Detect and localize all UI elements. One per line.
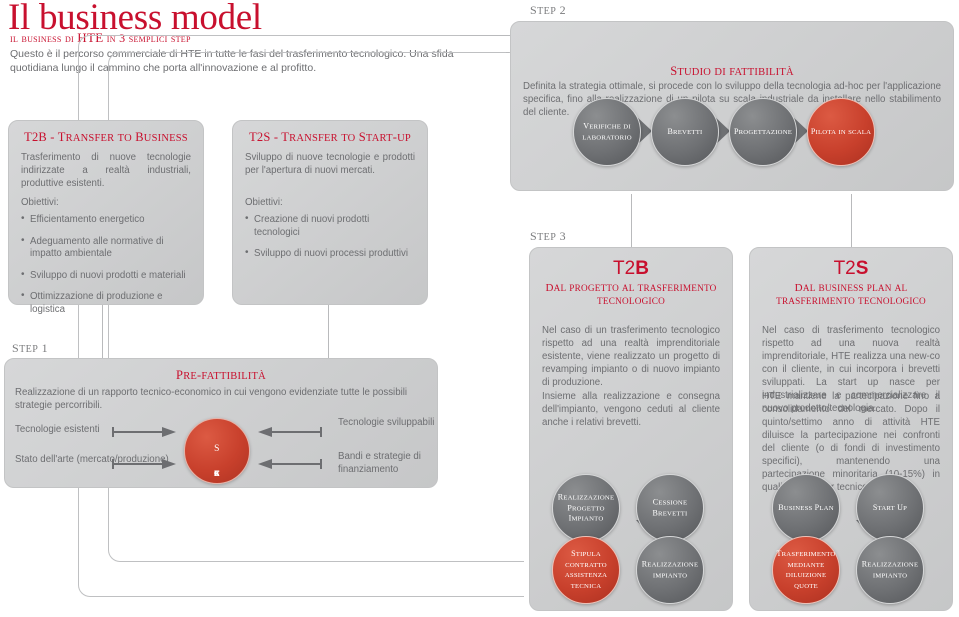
wheel-node-2: CESSIONE BREVETTI: [636, 474, 704, 542]
wheel-node-1: REALIZZAZIONE PROGETTO IMPIANTO: [552, 474, 620, 542]
wheel-node-4: STIPULA CONTRATTO ASSISTENZA TECNICA: [552, 536, 620, 604]
panel-t2s-description: Sviluppo di nuove tecnologie e prodotti …: [245, 152, 415, 176]
wheel-node-3: REALIZZAZIONE IMPIANTO: [636, 536, 704, 604]
panel-t2b-objectives-list: Efficientamento energetico Adeguamento a…: [21, 213, 193, 325]
panel-step3-t2b-wheel: REALIZZAZIONE PROGETTO IMPIANTO CESSIONE…: [548, 474, 718, 604]
panel-t2s-overview: T2S - TRANSFER TO START-UP Sviluppo di n…: [232, 120, 428, 305]
list-item: Efficientamento energetico: [21, 213, 193, 227]
panel-step3-t2s: T2S DAL BUSINESS PLAN AL TRASFERIMENTO T…: [749, 247, 953, 611]
step2-node-4-label: PILOTA IN SCALA: [810, 126, 872, 136]
list-item: Sviluppo di nuovi processi produttivi: [245, 247, 417, 261]
step1-input-left-1: Tecnologie esistenti: [15, 424, 100, 435]
arrow-left-bottom-icon: [112, 459, 176, 469]
panel-step3-t2b-code: T2B: [530, 258, 732, 280]
wheel-node-3-label: REALIZZAZIONE IMPIANTO: [641, 559, 699, 580]
code-suffix: B: [635, 258, 649, 279]
step1-center-node: STRATEGIE: [184, 418, 250, 484]
step2-title: STUDIO DI FATTIBILITÀ: [670, 64, 794, 78]
step2-node-2: BREVETTI: [651, 98, 719, 166]
step1-description: Realizzazione di un rapporto tecnico-eco…: [15, 387, 408, 411]
panel-step3-t2s-code: T2S: [750, 258, 952, 280]
connector-t2s-down: [328, 305, 329, 359]
panel-step3-t2s-wheel: BUSINESS PLAN START UP REALIZZAZIONE IMP…: [768, 474, 938, 604]
wheel-node-4-label: TRASFERIMENTO MEDIANTE DILUIZIONE QUOTE: [776, 549, 836, 590]
panel-step3-t2b-paragraph-1: Nel caso di un trasferimento tecnologico…: [542, 325, 720, 388]
arrow-left-top-icon: [112, 427, 176, 437]
list-item: Adeguamento alle normative di impatto am…: [21, 235, 193, 261]
step2-node-3: PROGETTAZIONE: [729, 98, 797, 166]
wheel-node-1: BUSINESS PLAN: [772, 474, 840, 542]
step2-node-3-label: PROGETTAZIONE: [733, 126, 793, 136]
panel-step2: STUDIO DI FATTIBILITÀ Definita la strate…: [510, 21, 954, 191]
wheel-node-3: REALIZZAZIONE IMPIANTO: [856, 536, 924, 604]
wheel-node-3-label: REALIZZAZIONE IMPIANTO: [861, 559, 919, 580]
wheel-node-2-label: START UP: [872, 502, 908, 512]
step1-input-right-2: Bandi e strategie di finanziamento: [338, 451, 421, 475]
step2-node-1: VERIFICHE DI LABORATORIO: [573, 98, 641, 166]
panel-t2b-objectives-label: Obiettivi:: [21, 197, 59, 208]
code-suffix: S: [855, 258, 869, 279]
step2-node-1-label: VERIFICHE DI LABORATORIO: [582, 121, 632, 142]
wheel-node-4-label: STIPULA CONTRATTO ASSISTENZA TECNICA: [564, 549, 608, 590]
code-prefix: T2: [833, 258, 856, 279]
wheel-node-2: START UP: [856, 474, 924, 542]
subtitle-pre: Il business di: [10, 31, 78, 45]
step1-input-right-1: Tecnologie sviluppabili: [338, 417, 435, 428]
panel-t2b-description: Trasferimento di nuove tecnologie indiri…: [21, 152, 191, 189]
panel-t2s-title: T2S - TRANSFER TO START-UP: [249, 130, 411, 144]
panel-step3-t2b: T2B DAL PROGETTO AL TRASFERIMENTO TECNOL…: [529, 247, 733, 611]
panel-t2b-overview: T2B - TRANSFER TO BUSINESS Trasferimento…: [8, 120, 204, 315]
step1-title: PRE-FATTIBILITÀ: [176, 368, 266, 382]
code-prefix: T2: [613, 258, 636, 279]
step3-label: STEP 3: [530, 229, 567, 243]
panel-t2s-objectives-label: Obiettivi:: [245, 197, 283, 208]
step1-label: STEP 1: [12, 341, 49, 355]
wheel-node-4: TRASFERIMENTO MEDIANTE DILUIZIONE QUOTE: [772, 536, 840, 604]
step2-node-2-label: BREVETTI: [667, 126, 703, 136]
arrow-right-bottom-icon: [258, 459, 322, 469]
wheel-node-1-label: REALIZZAZIONE PROGETTO IMPIANTO: [557, 492, 615, 523]
panel-step3-t2s-subtitle: DAL BUSINESS PLAN AL TRASFERIMENTO TECNO…: [776, 282, 926, 306]
list-item: Ottimizzazione di produzione e logistica: [21, 290, 193, 316]
panel-t2b-title: T2B - TRANSFER TO BUSINESS: [24, 130, 188, 144]
list-item: Creazione di nuovi prodotti tecnologici: [245, 213, 417, 239]
step2-label: STEP 2: [530, 3, 567, 17]
diagram-canvas: Il business model Il business di HTE in …: [0, 0, 959, 617]
wheel-node-2-label: CESSIONE BREVETTI: [652, 497, 688, 518]
arrow-right-top-icon: [258, 427, 322, 437]
step1-center-node-label: STRATEGIE: [213, 444, 221, 478]
connector-step3-t2b: [631, 194, 632, 247]
step2-node-4: PILOTA IN SCALA: [807, 98, 875, 166]
panel-step3-t2b-subtitle: DAL PROGETTO AL TRASFERIMENTO TECNOLOGIC…: [545, 282, 717, 306]
panel-t2s-objectives-list: Creazione di nuovi prodotti tecnologici …: [245, 213, 417, 270]
list-item: Sviluppo di nuovi prodotti e materiali: [21, 269, 193, 283]
panel-step3-t2b-paragraph-2: Insieme alla realizzazione e consegna de…: [542, 391, 720, 428]
wheel-node-1-label: BUSINESS PLAN: [778, 502, 834, 512]
panel-step1: PRE-FATTIBILITÀ Realizzazione di un rapp…: [4, 358, 438, 488]
connector-step3-t2s: [851, 194, 852, 247]
